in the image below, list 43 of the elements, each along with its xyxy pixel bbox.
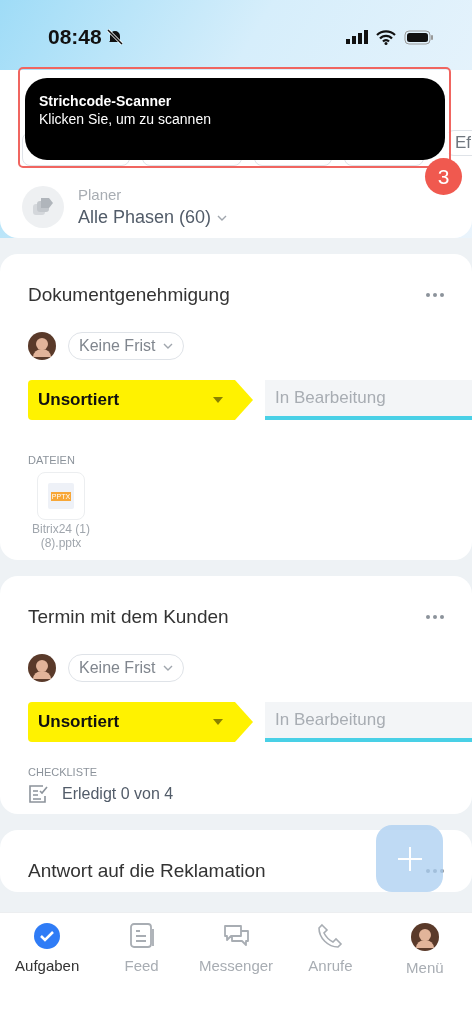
more-icon[interactable] [426,615,444,619]
stack-icon [22,186,64,228]
deadline-button[interactable]: Keine Frist [68,332,185,360]
avatar [28,332,56,360]
wifi-icon [376,29,396,45]
filter-chip[interactable]: Ef [446,130,472,156]
deadline-button[interactable]: Keine Frist [68,654,185,682]
plus-icon [396,845,423,872]
phone-icon [317,923,344,949]
chevron-icon [217,214,228,221]
next-stage-button[interactable]: In Bearbeitung [265,702,472,742]
tooltip-text: Klicken Sie, um zu scannen [39,111,212,127]
more-icon[interactable] [426,293,444,297]
file-name: Bitrix24 (1) (8).pptx [31,522,91,550]
nav-tab[interactable]: Anrufe [283,923,378,985]
caret-icon [213,719,223,725]
task-title: Antwort auf die Reklamation [28,860,266,882]
stage-button[interactable]: Unsortiert [28,702,253,742]
tooltip-title: Strichcode-Scanner [39,93,173,109]
battery-icon [404,29,434,45]
nav-tab[interactable]: Menü [377,923,472,985]
chevron-icon [163,665,174,671]
planner-label: Planer [78,186,123,203]
chat-icon [222,923,250,949]
stage-filter[interactable]: Alle Phasen (60) [78,207,228,228]
section-label: DATEIEN [28,454,76,466]
section-label: CHECKLISTE [28,766,99,778]
nav-tab[interactable]: Messenger [188,923,284,985]
next-stage-button[interactable]: In Bearbeitung [265,380,472,420]
avatar [28,654,56,682]
avatar [410,923,439,951]
clock: 08:48 [48,25,124,49]
caret-icon [213,397,223,403]
signal-icon [346,30,368,44]
nav-tab[interactable]: Feed [94,923,189,985]
task-title: Termin mit dem Kunden [28,606,229,628]
task-title: Dokumentgenehmigung [28,284,230,306]
checklist-icon [28,784,50,804]
nav-tab[interactable]: Aufgaben [0,923,95,985]
document-icon [128,923,155,949]
stage-button[interactable]: Unsortiert [28,380,253,420]
chevron-icon [163,343,174,349]
checkmark-icon [34,923,61,949]
